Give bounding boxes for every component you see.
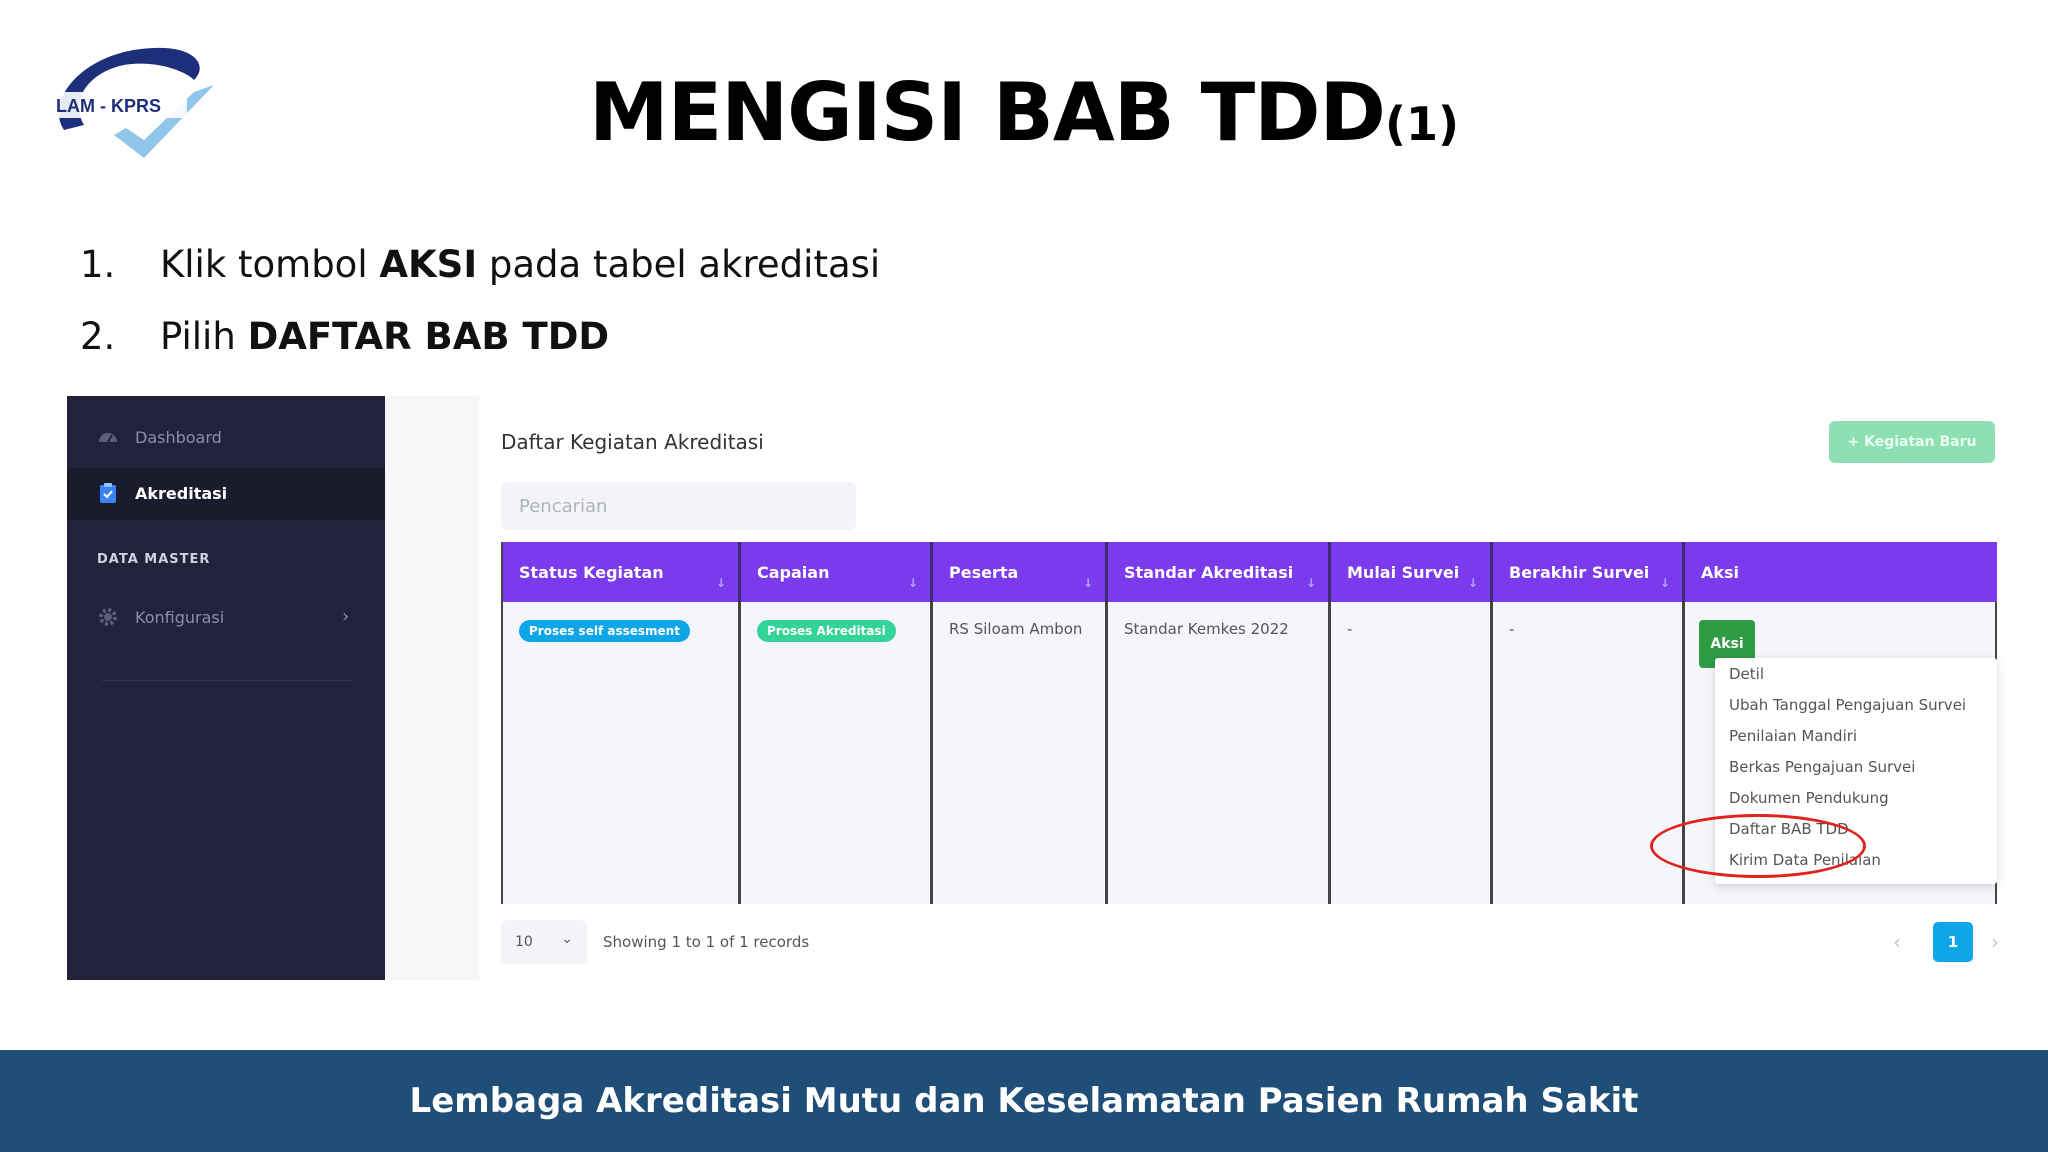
sidebar-item-label: Akreditasi (135, 483, 228, 503)
menu-item-berkas-pengajuan[interactable]: Berkas Pengajuan Survei (1715, 751, 1997, 782)
header-label: Peserta (949, 562, 1019, 582)
step-text: Pilih (160, 314, 248, 358)
slide: LAM - KPRS MENGISI BAB TDD(1) 1. Klik to… (0, 0, 2048, 1152)
header-label: Capaian (757, 562, 830, 582)
cell-status: Proses self assesment (503, 602, 741, 904)
sidebar: Dashboard Akreditasi DATA MASTER Konfigu… (67, 396, 385, 980)
main-content: Daftar Kegiatan Akreditasi + Kegiatan Ba… (479, 396, 2029, 980)
gear-icon (97, 606, 119, 628)
sort-icon: ↓ (1305, 576, 1316, 590)
step-bold: DAFTAR BAB TDD (247, 314, 610, 358)
cell-standar: Standar Kemkes 2022 (1108, 602, 1331, 904)
sidebar-item-konfigurasi[interactable]: Konfigurasi (97, 606, 224, 628)
table-header: Status Kegiatan ↓ Capaian ↓ Peserta ↓ Stand… (503, 542, 1997, 602)
header-label: Status Kegiatan (519, 562, 664, 582)
pagination-next[interactable]: › (1991, 930, 1999, 954)
footer-banner: Lembaga Akreditasi Mutu dan Keselamatan … (0, 1050, 2048, 1152)
menu-item-dokumen-pendukung[interactable]: Dokumen Pendukung (1715, 782, 1997, 813)
header-label: Standar Akreditasi (1124, 562, 1294, 582)
column-header-standar[interactable]: Standar Akreditasi ↓ (1108, 542, 1331, 602)
title-sub: (1) (1384, 97, 1460, 151)
column-header-aksi: Aksi (1685, 542, 1997, 602)
step-text: pada tabel akreditasi (477, 242, 881, 286)
page-size-select[interactable]: 10 ⌄ (501, 920, 587, 964)
column-header-status[interactable]: Status Kegiatan ↓ (503, 542, 741, 602)
sort-icon: ↓ (1467, 576, 1478, 590)
sort-icon: ↓ (1082, 576, 1093, 590)
step-number: 1. (80, 242, 116, 286)
chevron-down-icon: ⌄ (561, 931, 573, 947)
sidebar-item-dashboard[interactable]: Dashboard (97, 426, 222, 448)
pagination-prev[interactable]: ‹ (1893, 930, 1901, 954)
cell-mulai: - (1331, 602, 1493, 904)
sort-icon: ↓ (715, 576, 726, 590)
sidebar-divider (102, 680, 352, 681)
cell-berakhir: - (1493, 602, 1685, 904)
sidebar-item-akreditasi[interactable]: Akreditasi (97, 482, 227, 504)
header-label: Aksi (1701, 562, 1740, 582)
slide-title: MENGISI BAB TDD(1) (0, 66, 2048, 159)
header-label: Mulai Survei (1347, 562, 1460, 582)
instruction-step-2: 2. Pilih DAFTAR BAB TDD (80, 300, 880, 372)
app-screenshot: Dashboard Akreditasi DATA MASTER Konfigu… (67, 396, 2029, 980)
menu-item-penilaian-mandiri[interactable]: Penilaian Mandiri (1715, 720, 1997, 751)
highlight-ellipse (1650, 814, 1866, 878)
column-header-mulai[interactable]: Mulai Survei ↓ (1331, 542, 1493, 602)
menu-item-ubah-tanggal[interactable]: Ubah Tanggal Pengajuan Survei (1715, 689, 1997, 720)
sort-icon: ↓ (1659, 576, 1670, 590)
step-text: Klik tombol (160, 242, 380, 286)
column-header-berakhir[interactable]: Berakhir Survei ↓ (1493, 542, 1685, 602)
sort-icon: ↓ (907, 576, 918, 590)
pagination-page-1[interactable]: 1 (1933, 922, 1973, 962)
instruction-step-1: 1. Klik tombol AKSI pada tabel akreditas… (80, 228, 880, 300)
cell-capaian: Proses Akreditasi (741, 602, 933, 904)
chevron-right-icon: › (342, 606, 350, 627)
column-header-peserta[interactable]: Peserta ↓ (933, 542, 1108, 602)
sidebar-section-label: DATA MASTER (97, 552, 211, 567)
cell-peserta: RS Siloam Ambon (933, 602, 1108, 904)
sidebar-item-label: Konfigurasi (135, 607, 225, 627)
page-size-value: 10 (515, 934, 533, 950)
status-badge: Proses self assesment (519, 620, 690, 642)
table-footer: 10 ⌄ Showing 1 to 1 of 1 records ‹ 1 › (501, 920, 1999, 964)
title-main: MENGISI BAB TDD (588, 66, 1386, 159)
search-input[interactable] (501, 482, 856, 530)
instruction-list: 1. Klik tombol AKSI pada tabel akreditas… (80, 228, 880, 372)
header-label: Berakhir Survei (1509, 562, 1650, 582)
step-number: 2. (80, 314, 116, 358)
menu-item-detil[interactable]: Detil (1715, 658, 1997, 689)
capaian-badge: Proses Akreditasi (757, 620, 896, 642)
column-header-capaian[interactable]: Capaian ↓ (741, 542, 933, 602)
page-title: Daftar Kegiatan Akreditasi (501, 430, 764, 454)
clipboard-check-icon (97, 482, 119, 504)
new-activity-button[interactable]: + Kegiatan Baru (1829, 421, 1995, 463)
gauge-icon (97, 426, 119, 448)
records-info: Showing 1 to 1 of 1 records (603, 933, 810, 951)
step-bold: AKSI (379, 242, 478, 286)
sidebar-item-label: Dashboard (135, 427, 222, 447)
